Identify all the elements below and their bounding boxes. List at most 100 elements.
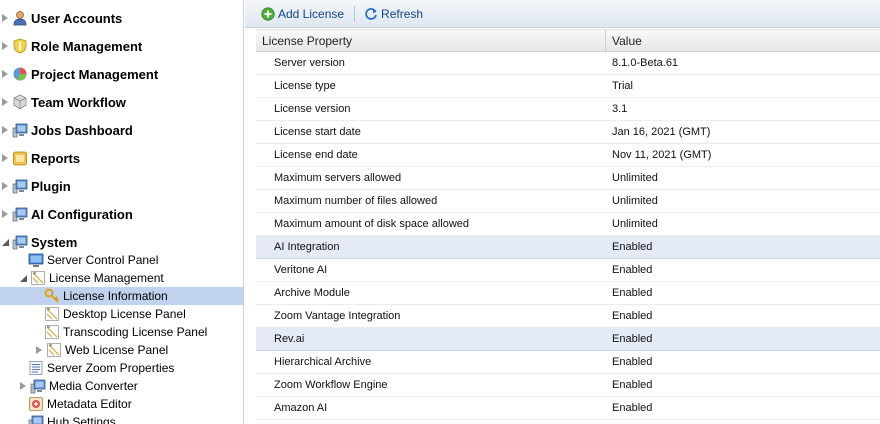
column-header-value[interactable]: Value [606,30,880,53]
tree-item-desktop-license-panel[interactable]: Desktop License Panel [0,305,243,323]
expand-arrow-icon[interactable] [0,97,10,107]
property-cell: Maximum amount of disk space allowed [274,218,470,230]
value-cell: 3.1 [612,103,628,115]
property-cell: Archive Module [274,287,350,299]
property-cell: Veritone AI [274,264,328,276]
table-row[interactable]: Zoom Workflow Engine Enabled [256,374,880,397]
tree-item-jobs-dashboard[interactable]: Jobs Dashboard [0,116,243,144]
expand-arrow-icon[interactable] [34,345,44,355]
tree-item-label: AI Configuration [31,206,133,222]
column-header-license-property[interactable]: License Property [256,30,606,53]
tree-item-transcoding-license-panel[interactable]: Transcoding License Panel [0,323,243,341]
table-row[interactable]: Rev.ai Enabled [256,328,880,351]
value-cell: Unlimited [612,195,658,207]
properties-icon [28,360,44,376]
tree-item-project-management[interactable]: Project Management [0,60,243,88]
tree-item-server-zoom-properties[interactable]: Server Zoom Properties [0,359,243,377]
table-row[interactable]: Maximum amount of disk space allowed Unli… [256,213,880,236]
tree-item-user-accounts[interactable]: User Accounts [0,4,243,32]
license-icon [46,342,62,358]
table-row[interactable]: Veritone AI Enabled [256,259,880,282]
tree-item-label: Hub Settings [47,415,116,424]
grid-header: License Property Value [256,29,880,53]
table-row[interactable]: License start date Jan 16, 2021 (GMT) [256,121,880,144]
tree-item-ai-configuration[interactable]: AI Configuration [0,200,243,228]
value-cell: Enabled [612,241,653,253]
computer-icon [12,178,28,194]
tree-item-label: Role Management [31,38,143,54]
value-cell: Jan 16, 2021 (GMT) [612,126,711,138]
expand-arrow-icon[interactable] [0,125,10,135]
license-icon [44,324,60,340]
tree-item-label: Team Workflow [31,94,126,110]
table-row[interactable]: Maximum number of files allowed Unlimited [256,190,880,213]
tree-item-label: Project Management [31,66,159,82]
license-icon [44,306,60,322]
tree-item-label: License Management [49,271,164,285]
table-row[interactable]: Server version 8.1.0-Beta.61 [256,52,880,75]
table-row[interactable]: Archive Module Enabled [256,282,880,305]
tree-item-web-license-panel[interactable]: Web License Panel [0,341,243,359]
expand-arrow-icon[interactable] [0,69,10,79]
table-row[interactable]: Maximum servers allowed Unlimited [256,167,880,190]
tree-item-hub-settings[interactable]: Hub Settings [0,413,243,424]
value-cell: Trial [612,80,633,92]
metadata-icon [28,396,44,412]
property-cell: License type [274,80,336,92]
toolbar: Add License Refresh [245,0,880,28]
tree-item-plugin[interactable]: Plugin [0,172,243,200]
collapse-arrow-icon[interactable] [18,273,28,283]
property-cell: License end date [274,149,358,161]
tree-item-label: Media Converter [49,379,138,393]
tree-item-label: License Information [63,289,168,303]
property-cell: Maximum number of files allowed [274,195,438,207]
tree-item-label: Server Zoom Properties [47,361,175,375]
cubes-icon [12,94,28,110]
table-row[interactable]: License end date Nov 11, 2021 (GMT) [256,144,880,167]
property-cell: Server version [274,57,345,69]
shield-icon [12,38,28,54]
table-row[interactable]: License version 3.1 [256,98,880,121]
tree-item-media-converter[interactable]: Media Converter [0,377,243,395]
table-row[interactable]: Zoom Vantage Integration Enabled [256,305,880,328]
tree-item-team-workflow[interactable]: Team Workflow [0,88,243,116]
value-cell: Unlimited [612,172,658,184]
table-row[interactable]: Amazon AI Enabled [256,397,880,420]
value-cell: 8.1.0-Beta.61 [612,57,679,69]
expand-arrow-icon[interactable] [0,181,10,191]
tree-item-license-management[interactable]: License Management [0,269,243,287]
refresh-button[interactable]: Refresh [364,7,423,21]
tree-item-role-management[interactable]: Role Management [0,32,243,60]
value-cell: Enabled [612,379,653,391]
toolbar-separator [354,5,356,22]
property-cell: Zoom Workflow Engine [274,379,388,391]
tree-item-label: System [31,234,78,250]
property-cell: Zoom Vantage Integration [274,310,401,322]
add-license-button[interactable]: Add License [261,7,344,21]
tree-item-label: Server Control Panel [47,253,159,267]
expand-arrow-icon[interactable] [0,209,10,219]
tree-item-metadata-editor[interactable]: Metadata Editor [0,395,243,413]
expand-arrow-icon[interactable] [0,41,10,51]
property-cell: Amazon AI [274,402,328,414]
expand-arrow-icon[interactable] [0,153,10,163]
table-row[interactable]: License type Trial [256,75,880,98]
collapse-arrow-icon[interactable] [0,237,10,247]
grid-body: Server version 8.1.0-Beta.61 License type… [256,52,880,420]
expand-arrow-icon[interactable] [0,13,10,23]
table-row[interactable]: Hierarchical Archive Enabled [256,351,880,374]
tree-item-server-control-panel[interactable]: Server Control Panel [0,251,243,269]
tree-item-reports[interactable]: Reports [0,144,243,172]
table-row[interactable]: AI Integration Enabled [256,236,880,259]
navigation-tree: User Accounts Role Management Project Ma… [0,0,244,424]
tree-item-label: User Accounts [31,10,123,26]
tree-item-label: Plugin [31,178,71,194]
tree-item-label: Transcoding License Panel [63,325,208,339]
value-cell: Enabled [612,287,653,299]
computer-icon [12,234,28,250]
property-cell: License version [274,103,351,115]
tree-item-license-information[interactable]: License Information [0,287,243,305]
property-cell: Rev.ai [274,333,305,345]
pie-chart-icon [12,66,28,82]
expand-arrow-icon[interactable] [18,381,28,391]
